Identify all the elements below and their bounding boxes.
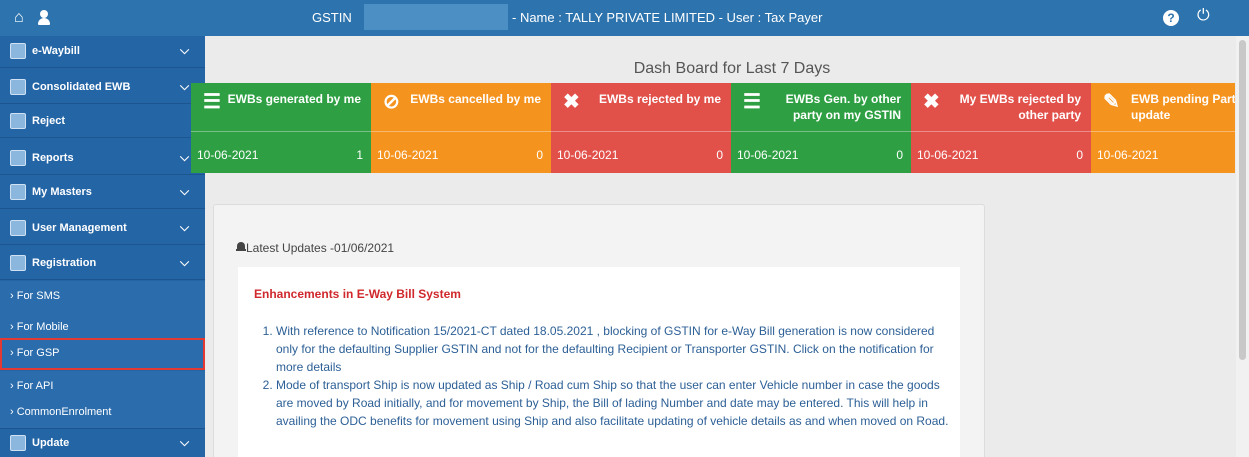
document-icon [10, 79, 26, 95]
update-item: Mode of transport Ship is now updated as… [276, 376, 952, 430]
tile-title: EWBs cancelled by me [410, 92, 541, 106]
sidebar-item-label: Update [32, 437, 70, 449]
latest-updates-panel: Latest Updates -01/06/2021 Enhancements … [213, 204, 985, 457]
chevron-down-icon: ⌵ [180, 150, 190, 164]
users-icon [10, 220, 26, 236]
tile-title: My EWBs rejected by other party [959, 92, 1081, 122]
sidebar-item-label: › For SMS [10, 290, 61, 302]
edit-icon: ✎ [1103, 91, 1120, 113]
sidebar-item-label: User Management [32, 222, 127, 234]
sidebar-item-my-masters[interactable]: My Masters ⌵ [0, 177, 205, 209]
sidebar-item-label: My Masters [32, 186, 92, 198]
chevron-down-icon: ⌵ [180, 43, 190, 57]
tile-count: 1 [356, 148, 363, 162]
sidebar-item-for-sms[interactable]: › For SMS [0, 281, 205, 313]
tile-date: 10-06-2021 [557, 148, 619, 162]
document-icon [10, 43, 26, 59]
sidebar-item-update[interactable]: Update ⌵ [0, 428, 205, 457]
account-info: - Name : TALLY PRIVATE LIMITED - User : … [512, 10, 823, 25]
tile-count: 0 [716, 148, 723, 162]
bell-icon [236, 242, 246, 252]
tile-ewbs-cancelled[interactable]: ⊘ EWBs cancelled by me 10-06-2021 0 [371, 83, 551, 173]
gstin-label: GSTIN [312, 10, 352, 25]
sidebar-item-label: › For GSP [10, 347, 60, 359]
tile-date: 10-06-2021 [917, 148, 979, 162]
masters-icon [10, 184, 26, 200]
reports-icon [10, 150, 26, 166]
updates-box: Enhancements in E-Way Bill System With r… [238, 267, 960, 457]
list-icon: ☰ [743, 91, 761, 113]
sidebar-item-label: › For Mobile [10, 321, 69, 333]
tile-count: 0 [1076, 148, 1083, 162]
sidebar-item-registration[interactable]: Registration ⌵ [0, 248, 205, 280]
tile-date: 10-06-2021 [737, 148, 799, 162]
tile-title: EWB pending Part-B update [1131, 92, 1235, 122]
close-icon: ✖ [923, 91, 940, 113]
top-bar: ⌂ GSTIN - Name : TALLY PRIVATE LIMITED -… [0, 0, 1249, 36]
cancel-icon: ⊘ [383, 91, 400, 113]
tile-date: 10-06-2021 [1097, 148, 1159, 162]
sidebar-item-commonenrolment[interactable]: › CommonEnrolment [0, 397, 205, 429]
sidebar-item-label: Consolidated EWB [32, 81, 131, 93]
sidebar-item-label: e-Waybill [32, 45, 80, 57]
sidebar-item-reports[interactable]: Reports ⌵ [0, 143, 205, 175]
dashboard-title: Dash Board for Last 7 Days [633, 60, 831, 77]
tile-my-ewbs-rejected-by-other[interactable]: ✖ My EWBs rejected by other party 10-06-… [911, 83, 1091, 173]
update-icon [10, 435, 26, 451]
tile-ewbs-rejected[interactable]: ✖ EWBs rejected by me 10-06-2021 0 [551, 83, 731, 173]
chevron-down-icon: ⌵ [180, 220, 190, 234]
tile-title: EWBs Gen. by other party on my GSTIN [785, 92, 901, 122]
sidebar-item-label: › CommonEnrolment [10, 406, 112, 418]
tile-ewb-pending-part-b[interactable]: ✎ EWB pending Part-B update 10-06-2021 [1091, 83, 1235, 173]
sidebar-item-reject[interactable]: Reject [0, 106, 205, 138]
sidebar-item-label: Reports [32, 152, 74, 164]
tile-ewbs-generated[interactable]: ☰ EWBs generated by me 10-06-2021 1 [191, 83, 371, 173]
tile-count: 0 [536, 148, 543, 162]
registration-icon [10, 255, 26, 271]
tile-title: EWBs generated by me [227, 92, 361, 106]
sidebar-item-for-gsp[interactable]: › For GSP [0, 338, 205, 370]
main-content: Dash Board for Last 7 Days ☰ EWBs genera… [191, 36, 1249, 457]
updates-list: With reference to Notification 15/2021-C… [262, 322, 952, 430]
sidebar-item-label: › For API [10, 380, 54, 392]
sidebar-item-label: Registration [32, 257, 97, 269]
tile-date: 10-06-2021 [197, 148, 259, 162]
home-icon[interactable]: ⌂ [14, 10, 24, 26]
sidebar: e-Waybill ⌵ Consolidated EWB ⌵ Reject Re… [0, 36, 205, 457]
sidebar-item-e-waybill[interactable]: e-Waybill ⌵ [0, 36, 205, 68]
reject-icon [10, 113, 26, 129]
sidebar-item-user-management[interactable]: User Management ⌵ [0, 213, 205, 245]
chevron-down-icon: ⌵ [180, 79, 190, 93]
update-item[interactable]: With reference to Notification 15/2021-C… [276, 322, 952, 376]
user-icon[interactable] [36, 10, 52, 26]
latest-updates-header: Latest Updates -01/06/2021 [246, 241, 395, 255]
tile-title: EWBs rejected by me [598, 92, 721, 106]
chevron-down-icon: ⌵ [180, 184, 190, 198]
scrollbar-thumb[interactable] [1239, 40, 1246, 360]
tile-count: 0 [896, 148, 903, 162]
tile-date: 10-06-2021 [377, 148, 439, 162]
help-icon[interactable]: ? [1163, 10, 1179, 26]
power-icon[interactable]: ⏻ [1197, 7, 1210, 25]
list-icon: ☰ [203, 91, 221, 113]
close-icon: ✖ [563, 91, 580, 113]
gstin-value-box [364, 4, 508, 30]
chevron-down-icon: ⌵ [180, 435, 190, 449]
updates-heading: Enhancements in E-Way Bill System [254, 287, 461, 301]
chevron-down-icon: ⌵ [180, 255, 190, 269]
sidebar-item-label: Reject [32, 115, 66, 127]
sidebar-item-consolidated-ewb[interactable]: Consolidated EWB ⌵ [0, 72, 205, 104]
tile-ewbs-gen-by-other-party[interactable]: ☰ EWBs Gen. by other party on my GSTIN 1… [731, 83, 911, 173]
scrollbar[interactable] [1236, 36, 1249, 457]
